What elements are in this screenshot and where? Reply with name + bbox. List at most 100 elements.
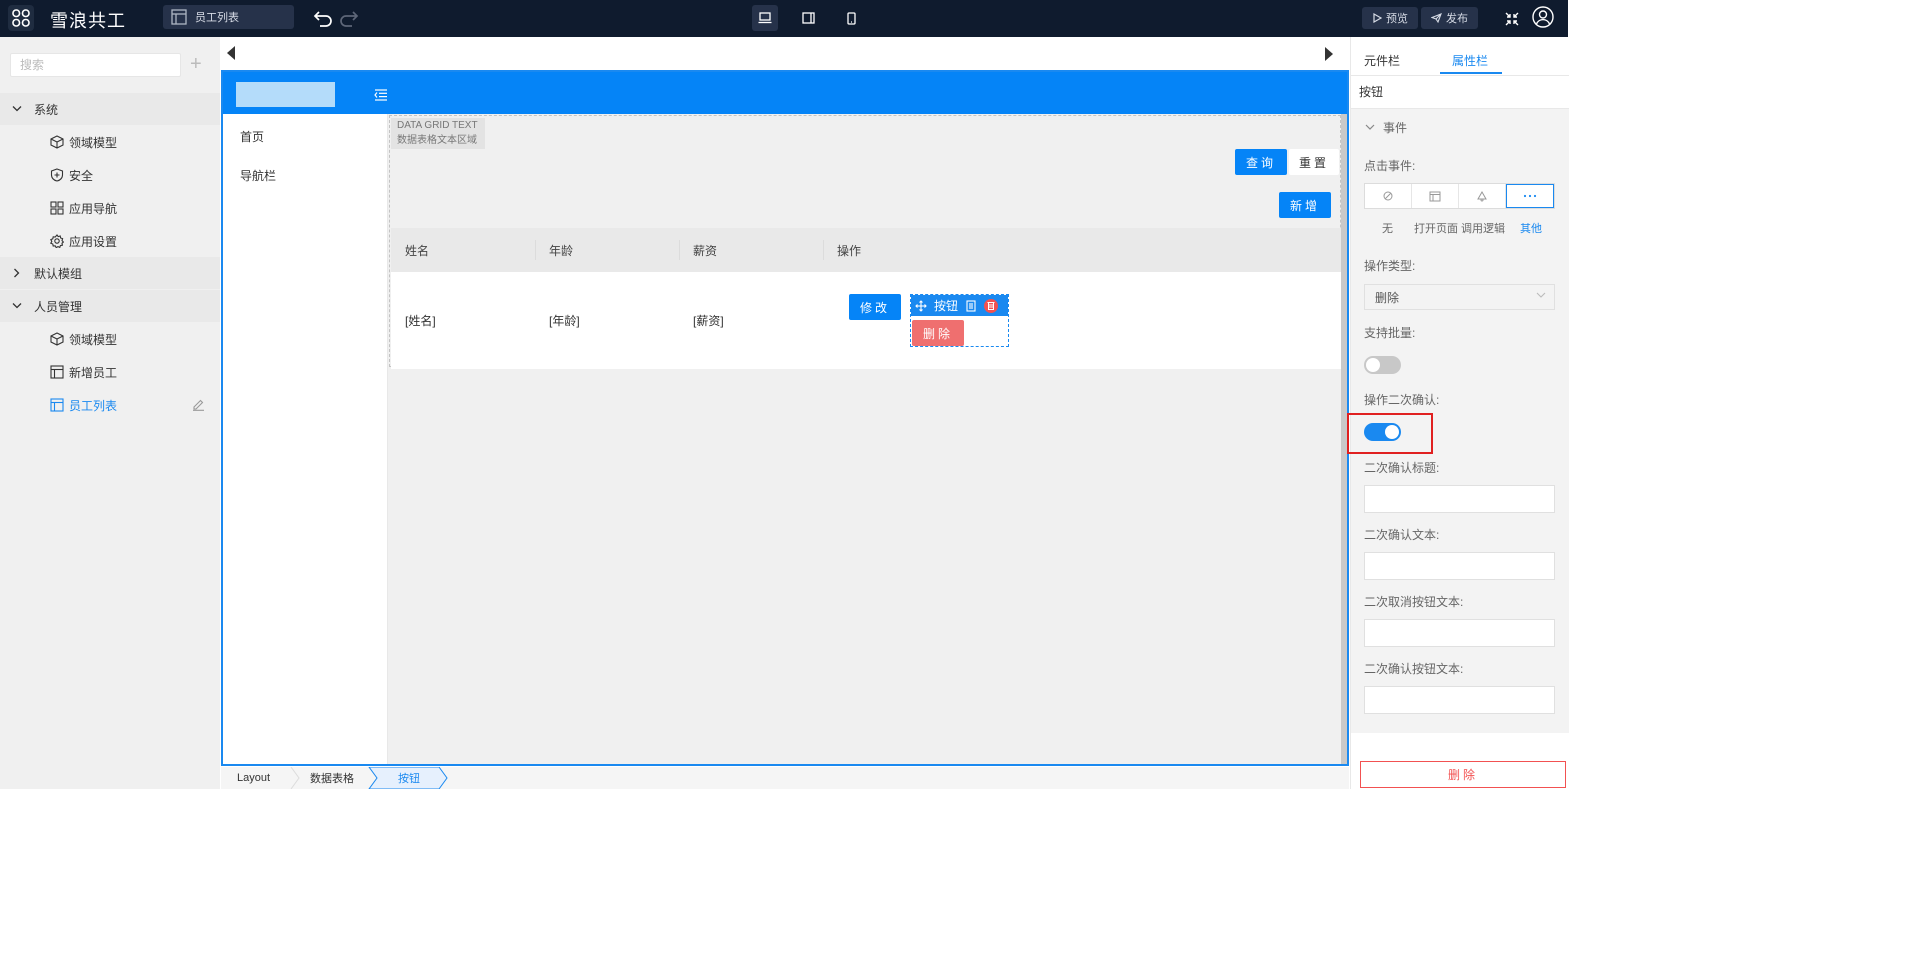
confirm-toggle[interactable] — [1364, 423, 1401, 441]
query-button[interactable]: 查询 — [1235, 149, 1287, 175]
publish-label: 发布 — [1446, 13, 1468, 25]
cell-salary: [薪资] — [693, 314, 724, 328]
cube-icon — [50, 135, 64, 149]
event-option-other[interactable] — [1506, 184, 1554, 208]
click-event-label: 点击事件: — [1364, 159, 1416, 173]
app-logo-icon[interactable] — [8, 5, 34, 31]
table-header: 姓名 年龄 薪资 操作 — [391, 228, 1342, 272]
cancel-button-text-input[interactable] — [1365, 620, 1554, 646]
action-type-select[interactable]: 删除 — [1364, 284, 1555, 310]
fullscreen-exit-icon[interactable] — [1505, 12, 1519, 29]
selected-component-label: 按钮 — [934, 299, 959, 313]
search-field[interactable] — [10, 53, 181, 77]
tree-group-default-module[interactable]: 默认模组 — [0, 257, 220, 289]
gear-icon — [50, 234, 64, 248]
logic-icon — [1477, 190, 1487, 201]
event-option-open-page[interactable] — [1412, 184, 1459, 208]
tree-item-domain-model[interactable]: 领域模型 — [0, 126, 220, 158]
column-header-name: 姓名 — [405, 243, 430, 258]
event-label-other: 其他 — [1520, 223, 1542, 235]
confirm-title-field[interactable] — [1364, 485, 1555, 513]
selected-component-box[interactable]: 按钮 删除 — [910, 294, 1009, 347]
confirm-text-field[interactable] — [1364, 552, 1555, 580]
delete-trash-icon[interactable] — [984, 298, 999, 313]
mobile-view-icon[interactable] — [838, 5, 864, 31]
tab-properties[interactable]: 属性栏 — [1452, 52, 1488, 69]
preview-left-nav: 首页 导航栏 — [223, 114, 388, 764]
undo-icon[interactable] — [313, 9, 333, 30]
more-icon — [1523, 194, 1537, 198]
active-tab-underline — [1440, 72, 1502, 74]
batch-toggle[interactable] — [1364, 356, 1401, 374]
menu-fold-icon[interactable] — [374, 89, 388, 104]
preview-button[interactable]: 预览 — [1362, 7, 1418, 29]
tree-item-label: 新增员工 — [69, 365, 118, 380]
delete-component-button[interactable]: 删除 — [1360, 761, 1566, 788]
events-form: 点击事件: 无 打开页面 调用逻辑 其他 操作类型: 删除 支持批量: 操作二次… — [1347, 145, 1569, 733]
toggle-knob — [1385, 425, 1399, 439]
cancel-button-text-label: 二次取消按钮文本: — [1364, 595, 1464, 609]
breadcrumb-button[interactable]: 按钮 — [398, 767, 420, 789]
user-avatar-icon[interactable] — [1532, 6, 1554, 31]
reset-button[interactable]: 重置 — [1289, 149, 1339, 175]
layout-icon — [171, 9, 187, 25]
tree-item-label: 领域模型 — [69, 135, 118, 150]
breadcrumb-layout[interactable]: Layout — [237, 767, 270, 789]
tree-item-label: 安全 — [69, 168, 94, 183]
data-grid[interactable]: DATA GRID TEXT 数据表格文本区域 查询 重置 新增 姓名 年龄 薪… — [389, 115, 1342, 369]
cancel-button-text-field[interactable] — [1364, 619, 1555, 647]
publish-button[interactable]: 发布 — [1421, 7, 1478, 29]
search-input[interactable] — [11, 54, 180, 76]
add-icon[interactable]: + — [190, 54, 202, 74]
edit-icon[interactable] — [192, 398, 205, 414]
event-label-none: 无 — [1382, 223, 1393, 235]
play-icon — [1373, 13, 1382, 23]
event-option-call-logic[interactable] — [1459, 184, 1506, 208]
confirm-title-input[interactable] — [1365, 486, 1554, 512]
redo-icon[interactable] — [339, 9, 359, 30]
tree-item-app-navigation[interactable]: 应用导航 — [0, 192, 220, 224]
chevron-down-icon — [0, 105, 34, 113]
tree-item-label: 员工列表 — [69, 398, 118, 413]
nav-item-navbar[interactable]: 导航栏 — [240, 167, 276, 184]
current-page-name: 员工列表 — [195, 12, 239, 24]
breadcrumb: Layout 数据表格 按钮 — [221, 767, 1349, 789]
move-icon[interactable] — [915, 299, 927, 312]
design-canvas: 首页 导航栏 DATA GRID TEXT 数据表格文本区域 查询 重置 新增 … — [221, 70, 1349, 766]
cell-age: [年龄] — [549, 314, 580, 328]
tree-item-employee-list[interactable]: 员工列表 — [0, 389, 220, 421]
table-row: [姓名] [年龄] [薪资] 修改 按钮 删除 — [391, 272, 1342, 369]
canvas-toolbar — [221, 37, 1349, 70]
tablet-view-icon[interactable] — [795, 5, 821, 31]
delete-row-button[interactable]: 删除 — [912, 320, 964, 346]
edit-row-button[interactable]: 修改 — [849, 294, 901, 320]
nav-item-home[interactable]: 首页 — [240, 128, 264, 145]
events-section-header[interactable]: 事件 — [1351, 109, 1569, 145]
tree-item-app-settings[interactable]: 应用设置 — [0, 225, 220, 257]
breadcrumb-data-grid[interactable]: 数据表格 — [310, 767, 354, 789]
collapse-left-arrow-icon[interactable] — [227, 46, 236, 63]
page-selector[interactable]: 员工列表 — [163, 5, 294, 29]
confirm-button-text-input[interactable] — [1365, 687, 1554, 713]
logo-placeholder — [236, 82, 335, 107]
confirm-button-text-field[interactable] — [1364, 686, 1555, 714]
copy-icon[interactable] — [965, 299, 977, 312]
tab-components[interactable]: 元件栏 — [1364, 52, 1400, 69]
tree-item-security[interactable]: 安全 — [0, 159, 220, 191]
confirm-text-input[interactable] — [1365, 553, 1554, 579]
tree-item-add-employee[interactable]: 新增员工 — [0, 356, 220, 388]
collapse-right-arrow-icon[interactable] — [1324, 47, 1333, 64]
add-button[interactable]: 新增 — [1279, 192, 1331, 218]
batch-label: 支持批量: — [1364, 326, 1416, 340]
tree-group-staff-management[interactable]: 人员管理 — [0, 290, 220, 322]
divider — [1351, 75, 1569, 76]
tree-group-label: 默认模组 — [34, 266, 83, 281]
confirm-text-label: 二次确认文本: — [1364, 528, 1440, 542]
desktop-view-icon[interactable] — [752, 5, 778, 31]
tree-item-domain-model[interactable]: 领域模型 — [0, 323, 220, 355]
event-option-none[interactable] — [1365, 184, 1412, 208]
preview-content: DATA GRID TEXT 数据表格文本区域 查询 重置 新增 姓名 年龄 薪… — [388, 114, 1347, 764]
tree-group-system[interactable]: 系统 — [0, 93, 220, 125]
confirm-title-label: 二次确认标题: — [1364, 461, 1440, 475]
data-grid-text-area[interactable]: DATA GRID TEXT 数据表格文本区域 — [391, 118, 485, 149]
